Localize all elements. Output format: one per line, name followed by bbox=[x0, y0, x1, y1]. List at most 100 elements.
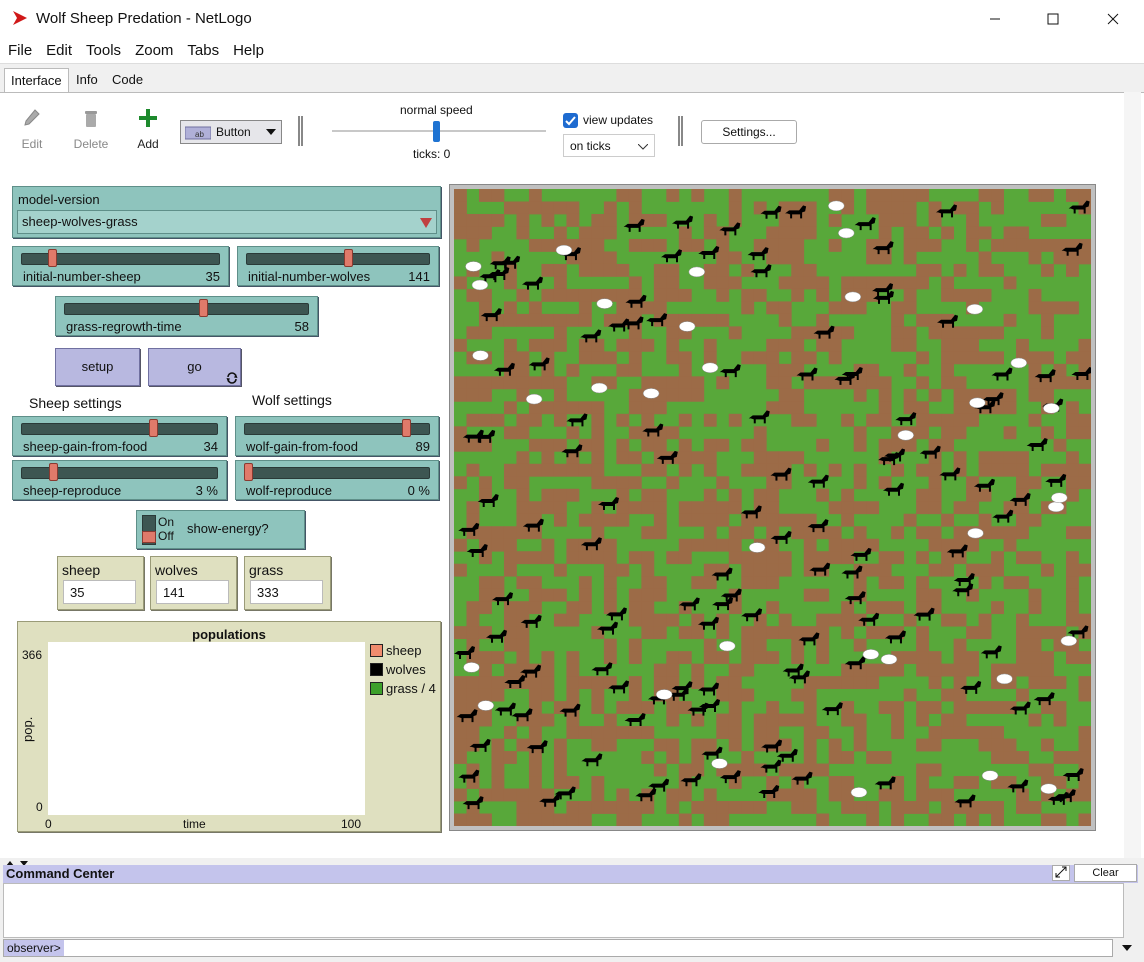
dirt-patch bbox=[466, 326, 480, 340]
minimize-button[interactable] bbox=[966, 0, 1024, 38]
edit-label: Edit bbox=[21, 137, 43, 151]
close-button[interactable] bbox=[1084, 0, 1142, 38]
dirt-patch bbox=[591, 413, 605, 427]
dirt-patch bbox=[791, 251, 805, 265]
dirt-patch bbox=[1016, 513, 1029, 527]
dirt-patch bbox=[666, 551, 680, 565]
clear-button[interactable]: Clear bbox=[1074, 864, 1137, 882]
dirt-patch bbox=[691, 189, 705, 202]
expand-button[interactable] bbox=[1052, 865, 1070, 881]
menu-zoom[interactable]: Zoom bbox=[131, 42, 177, 59]
dirt-patch bbox=[966, 538, 979, 552]
command-input[interactable]: observer> bbox=[3, 939, 1113, 957]
dirt-patch bbox=[491, 788, 505, 802]
dirt-patch bbox=[916, 401, 930, 415]
tab-info[interactable]: Info bbox=[70, 68, 104, 92]
slider-thumb[interactable] bbox=[148, 419, 158, 437]
dirt-patch bbox=[578, 351, 592, 365]
speed-slider-thumb[interactable] bbox=[433, 121, 440, 142]
dirt-patch bbox=[716, 251, 730, 265]
show-energy-switch[interactable]: On Off show-energy? bbox=[136, 510, 305, 549]
menu-help[interactable]: Help bbox=[229, 42, 268, 59]
slider-sheep-reproduce[interactable]: sheep-reproduce 3 % bbox=[12, 460, 227, 500]
dirt-patch bbox=[678, 388, 692, 402]
dirt-patch bbox=[941, 788, 955, 802]
menu-tools[interactable]: Tools bbox=[82, 42, 125, 59]
dirt-patch bbox=[678, 538, 692, 552]
slider-thumb[interactable] bbox=[244, 463, 253, 481]
dirt-patch bbox=[653, 663, 667, 677]
add-button[interactable]: Add bbox=[123, 108, 173, 151]
slider-track[interactable] bbox=[246, 253, 430, 265]
dirt-patch bbox=[566, 426, 580, 440]
slider-thumb[interactable] bbox=[198, 299, 208, 317]
sheep-agent bbox=[472, 350, 489, 361]
switch-knob[interactable] bbox=[142, 531, 156, 543]
dirt-patch bbox=[491, 576, 505, 590]
dirt-patch bbox=[766, 713, 780, 727]
view-updates-checkbox[interactable] bbox=[563, 113, 578, 128]
model-version-chooser[interactable]: model-version sheep-wolves-grass bbox=[12, 186, 441, 238]
slider-track[interactable] bbox=[244, 467, 430, 479]
slider-thumb[interactable] bbox=[49, 463, 59, 481]
dirt-patch bbox=[903, 651, 917, 665]
dirt-patch bbox=[766, 601, 780, 615]
dirt-patch bbox=[553, 763, 567, 777]
dirt-patch bbox=[841, 751, 855, 764]
slider-wolf-gain-from-food[interactable]: wolf-gain-from-food 89 bbox=[235, 416, 439, 456]
slider-thumb[interactable] bbox=[401, 419, 411, 437]
dirt-patch bbox=[1003, 276, 1017, 290]
dirt-patch bbox=[678, 701, 692, 714]
split-divider[interactable] bbox=[0, 856, 1144, 866]
maximize-button[interactable] bbox=[1024, 0, 1082, 38]
world-view[interactable] bbox=[449, 184, 1096, 831]
dirt-patch bbox=[866, 276, 880, 290]
dirt-patch bbox=[1078, 463, 1091, 477]
dirt-patch bbox=[816, 726, 830, 739]
dirt-patch bbox=[541, 676, 555, 690]
dirt-patch bbox=[1041, 189, 1054, 202]
slider-initial-number-wolves[interactable]: initial-number-wolves 141 bbox=[237, 246, 439, 286]
update-mode-select[interactable]: on ticks bbox=[563, 134, 655, 157]
dirt-patch bbox=[491, 376, 505, 390]
menu-file[interactable]: File bbox=[4, 42, 36, 59]
dirt-patch bbox=[953, 638, 967, 652]
slider-initial-number-sheep[interactable]: initial-number-sheep 35 bbox=[12, 246, 229, 286]
dirt-patch bbox=[516, 288, 530, 302]
dirt-patch bbox=[841, 613, 855, 627]
dirt-patch bbox=[1003, 451, 1017, 465]
widget-type-select[interactable]: ab Button bbox=[180, 120, 282, 144]
switch-name: show-energy? bbox=[187, 521, 269, 536]
dirt-patch bbox=[616, 563, 630, 577]
slider-track[interactable] bbox=[64, 303, 309, 315]
go-button[interactable]: go bbox=[148, 348, 241, 386]
menu-tabs[interactable]: Tabs bbox=[183, 42, 223, 59]
observer-prompt[interactable]: observer> bbox=[4, 940, 64, 956]
dirt-patch bbox=[916, 238, 930, 252]
chevron-down-icon[interactable] bbox=[1122, 944, 1132, 952]
slider-track[interactable] bbox=[21, 423, 218, 435]
command-center-header: Command Center bbox=[3, 865, 1138, 883]
settings-button[interactable]: Settings... bbox=[701, 120, 797, 144]
delete-button[interactable]: Delete bbox=[66, 108, 116, 151]
dirt-patch bbox=[641, 401, 655, 415]
dirt-patch bbox=[678, 438, 692, 452]
menu-edit[interactable]: Edit bbox=[42, 42, 76, 59]
slider-sheep-gain-from-food[interactable]: sheep-gain-from-food 34 bbox=[12, 416, 227, 456]
world-canvas[interactable] bbox=[454, 189, 1091, 826]
edit-button[interactable]: Edit bbox=[7, 108, 57, 151]
dirt-patch bbox=[1053, 301, 1067, 315]
dirt-patch bbox=[853, 388, 867, 402]
slider-thumb[interactable] bbox=[344, 249, 353, 267]
slider-wolf-reproduce[interactable]: wolf-reproduce 0 % bbox=[235, 460, 439, 500]
vertical-scrollbar[interactable] bbox=[1124, 92, 1141, 858]
dirt-patch bbox=[1003, 576, 1017, 590]
dirt-patch bbox=[766, 338, 780, 352]
slider-grass-regrowth-time[interactable]: grass-regrowth-time 58 bbox=[55, 296, 318, 336]
setup-button[interactable]: setup bbox=[55, 348, 140, 386]
tab-interface[interactable]: Interface bbox=[4, 68, 69, 92]
chooser-value-box[interactable]: sheep-wolves-grass bbox=[17, 210, 437, 234]
tab-code[interactable]: Code bbox=[106, 68, 149, 92]
dirt-patch bbox=[803, 526, 817, 540]
slider-thumb[interactable] bbox=[47, 249, 57, 267]
